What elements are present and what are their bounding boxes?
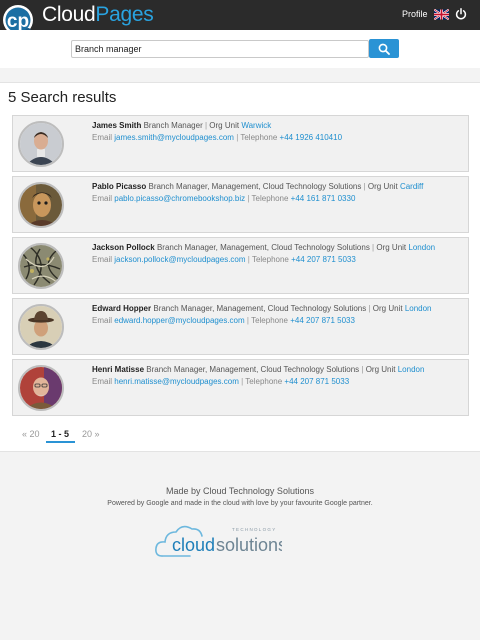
footer-powered-by: Powered by Google and made in the cloud … (107, 500, 373, 507)
org-unit-link[interactable]: Warwick (241, 121, 271, 130)
result-card[interactable]: Pablo Picasso Branch Manager, Management… (12, 176, 469, 233)
result-heading: Henri Matisse Branch Manager, Management… (92, 365, 424, 374)
email-label: Email (92, 194, 113, 203)
email-link[interactable]: james.smith@mycloudpages.com (114, 133, 234, 142)
org-unit-link[interactable]: Cardiff (400, 182, 423, 191)
separator: | (363, 182, 366, 191)
org-unit-label: Org Unit (365, 365, 396, 374)
brand-part-cloud: Cloud (42, 3, 96, 26)
result-contact: Email henri.matisse@mycloudpages.com | T… (92, 377, 349, 386)
result-card[interactable]: Edward Hopper Branch Manager, Management… (12, 298, 469, 355)
result-heading: Pablo Picasso Branch Manager, Management… (92, 182, 423, 191)
email-label: Email (92, 377, 113, 386)
email-label: Email (92, 133, 113, 142)
person-name[interactable]: Henri Matisse (92, 365, 144, 374)
brand-part-pages: Pages (95, 3, 154, 26)
telephone-link[interactable]: +44 207 871 5033 (284, 377, 349, 386)
pagination-prev[interactable]: « 20 (22, 429, 40, 439)
org-unit-link[interactable]: London (405, 304, 432, 313)
separator: | (236, 133, 239, 142)
search-icon (378, 43, 390, 55)
telephone-label: Telephone (240, 133, 278, 142)
result-card[interactable]: James Smith Branch Manager | Org Unit Wa… (12, 115, 469, 172)
result-card[interactable]: Henri Matisse Branch Manager, Management… (12, 359, 469, 416)
org-unit-link[interactable]: London (408, 243, 435, 252)
telephone-link[interactable]: +44 161 871 0330 (291, 194, 356, 203)
org-unit-label: Org Unit (372, 304, 403, 313)
telephone-label: Telephone (245, 377, 283, 386)
svg-text:solutions: solutions (216, 535, 282, 555)
svg-text:cp: cp (7, 11, 29, 32)
separator: | (372, 243, 375, 252)
person-role: Branch Manager (143, 121, 203, 130)
org-unit-label: Org Unit (367, 182, 398, 191)
power-icon[interactable] (455, 8, 467, 20)
pagination-current-underline (46, 441, 75, 443)
svg-text:cloud: cloud (172, 535, 215, 555)
telephone-label: Telephone (251, 255, 289, 264)
separator: | (368, 304, 371, 313)
email-link[interactable]: edward.hopper@mycloudpages.com (114, 316, 244, 325)
telephone-link[interactable]: +44 1926 410410 (280, 133, 343, 142)
separator: | (247, 194, 250, 203)
email-link[interactable]: pablo.picasso@chromebookshop.biz (114, 194, 245, 203)
avatar (18, 365, 64, 411)
telephone-label: Telephone (251, 316, 288, 325)
separator: | (361, 365, 364, 374)
result-heading: Jackson Pollock Branch Manager, Manageme… (92, 243, 435, 252)
person-name[interactable]: Jackson Pollock (92, 243, 155, 252)
avatar (18, 182, 64, 228)
pagination-next[interactable]: 20 » (82, 429, 100, 439)
person-name[interactable]: James Smith (92, 121, 141, 130)
telephone-link[interactable]: +44 207 871 5033 (290, 316, 355, 325)
org-unit-link[interactable]: London (398, 365, 425, 374)
avatar (18, 121, 64, 167)
org-unit-label: Org Unit (209, 121, 240, 130)
results-panel: 5 Search results James Smith Branch Mana… (0, 82, 480, 452)
result-contact: Email jackson.pollock@mycloudpages.com |… (92, 255, 356, 264)
person-role: Branch Manager, Management, Cloud Techno… (146, 365, 360, 374)
person-name[interactable]: Pablo Picasso (92, 182, 146, 191)
email-link[interactable]: henri.matisse@mycloudpages.com (114, 377, 239, 386)
separator: | (204, 121, 208, 130)
result-contact: Email edward.hopper@mycloudpages.com | T… (92, 316, 355, 325)
avatar (18, 304, 64, 350)
telephone-label: Telephone (251, 194, 289, 203)
separator: | (247, 255, 250, 264)
telephone-link[interactable]: +44 207 871 5033 (291, 255, 356, 264)
search-button[interactable] (369, 39, 399, 58)
pagination-current[interactable]: 1 - 5 (51, 429, 69, 439)
separator: | (246, 316, 249, 325)
result-heading: James Smith Branch Manager | Org Unit Wa… (92, 121, 271, 130)
person-name[interactable]: Edward Hopper (92, 304, 151, 313)
email-label: Email (92, 255, 113, 264)
result-card[interactable]: Jackson Pollock Branch Manager, Manageme… (12, 237, 469, 294)
email-link[interactable]: jackson.pollock@mycloudpages.com (114, 255, 245, 264)
result-contact: Email pablo.picasso@chromebookshop.biz |… (92, 194, 355, 203)
svg-text:TECHNOLOGY: TECHNOLOGY (232, 527, 277, 532)
result-contact: Email james.smith@mycloudpages.com | Tel… (92, 133, 342, 142)
cloud-solutions-logo: TECHNOLOGY cloud solutions (155, 525, 282, 557)
result-heading: Edward Hopper Branch Manager, Management… (92, 304, 432, 313)
footer-made-by: Made by Cloud Technology Solutions (166, 486, 314, 496)
org-unit-label: Org Unit (376, 243, 407, 252)
person-role: Branch Manager, Management, Cloud Techno… (148, 182, 362, 191)
person-role: Branch Manager, Management, Cloud Techno… (153, 304, 367, 313)
profile-link[interactable]: Profile (402, 9, 428, 19)
separator: | (241, 377, 244, 386)
person-role: Branch Manager, Management, Cloud Techno… (156, 243, 370, 252)
email-label: Email (92, 316, 113, 325)
brand-name[interactable]: CloudPages (42, 3, 154, 27)
uk-flag-icon[interactable] (434, 9, 449, 20)
results-title: 5 Search results (8, 89, 117, 106)
search-input[interactable] (71, 40, 369, 58)
search-bar (0, 30, 480, 68)
avatar (18, 243, 64, 289)
